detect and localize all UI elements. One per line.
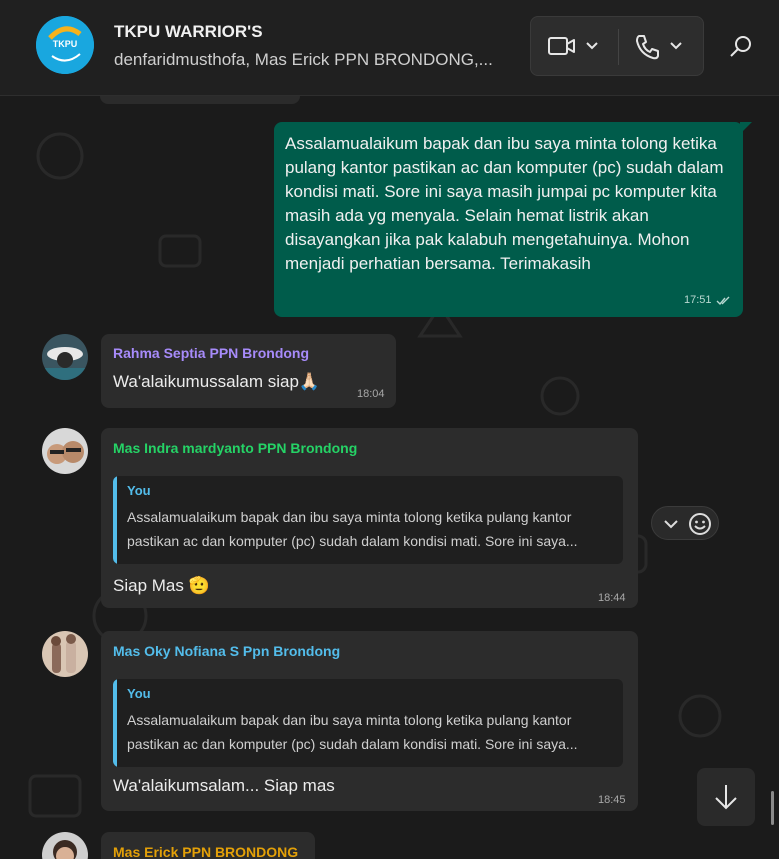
message-outgoing[interactable]: Assalamualaikum bapak dan ibu saya minta… xyxy=(274,122,752,317)
message-time: 18:44 xyxy=(598,592,626,604)
sender-name[interactable]: Rahma Septia PPN Brondong xyxy=(113,345,309,361)
previous-message-edge xyxy=(100,96,300,104)
call-buttons-box xyxy=(530,16,704,76)
group-members[interactable]: denfaridmusthofa, Mas Erick PPN BRONDONG… xyxy=(114,50,502,70)
message-incoming[interactable]: Mas Indra mardyanto PPN Brondong You Ass… xyxy=(101,428,638,608)
sender-name[interactable]: Mas Oky Nofiana S Ppn Brondong xyxy=(113,643,340,659)
sender-name[interactable]: Mas Erick PPN BRONDONG xyxy=(113,844,298,859)
group-avatar-text: TKPU xyxy=(52,39,78,49)
double-check-icon xyxy=(716,296,730,306)
message-incoming[interactable]: Mas Oky Nofiana S Ppn Brondong You Assal… xyxy=(101,631,638,811)
arrow-down-icon xyxy=(715,785,737,810)
message-time: 17:51 xyxy=(684,294,712,306)
scroll-to-bottom-button[interactable] xyxy=(697,768,755,826)
avatar[interactable] xyxy=(42,631,88,677)
chat-area[interactable]: Assalamualaikum bapak dan ibu saya minta… xyxy=(0,96,779,859)
search-icon xyxy=(730,36,751,57)
avatar[interactable] xyxy=(42,428,88,474)
avatar-photo xyxy=(42,631,88,677)
message-time: 18:45 xyxy=(598,794,626,806)
video-call-icon xyxy=(548,37,598,55)
avatar[interactable] xyxy=(42,334,88,380)
quote-author: You xyxy=(127,686,151,701)
quote-bar xyxy=(113,476,117,564)
search-button[interactable] xyxy=(726,32,756,62)
avatar-photo xyxy=(42,334,88,380)
quote-text: Assalamualaikum bapak dan ibu saya minta… xyxy=(127,712,578,752)
quoted-message[interactable]: You Assalamualaikum bapak dan ibu saya m… xyxy=(113,679,623,767)
quote-text: Assalamualaikum bapak dan ibu saya minta… xyxy=(127,509,578,549)
voice-call-icon xyxy=(636,35,682,60)
message-time: 18:04 xyxy=(357,388,385,400)
quote-author: You xyxy=(127,483,151,498)
message-incoming[interactable]: Mas Erick PPN BRONDONG xyxy=(101,832,315,859)
message-actions xyxy=(651,506,719,540)
message-incoming[interactable]: Rahma Septia PPN Brondong Wa'alaikumussa… xyxy=(101,334,396,408)
emoji-icon[interactable] xyxy=(688,512,712,536)
quoted-message[interactable]: You Assalamualaikum bapak dan ibu saya m… xyxy=(113,476,623,564)
message-text: Wa'alaikumsalam... Siap mas xyxy=(113,776,335,795)
sender-name[interactable]: Mas Indra mardyanto PPN Brondong xyxy=(113,440,357,456)
avatar-photo xyxy=(42,428,88,474)
chat-header: TKPU TKPU WARRIOR'S denfaridmusthofa, Ma… xyxy=(0,0,779,96)
chevron-down-icon[interactable] xyxy=(661,514,681,534)
scrollbar-thumb[interactable] xyxy=(771,791,774,825)
message-text: Siap Mas 🫡 xyxy=(113,576,210,595)
message-text: Assalamualaikum bapak dan ibu saya minta… xyxy=(285,134,724,273)
group-avatar[interactable]: TKPU xyxy=(36,16,94,74)
message-text: Wa'alaikumussalam siap🙏🏻 xyxy=(113,372,321,391)
quote-bar xyxy=(113,679,117,767)
video-call-button[interactable] xyxy=(545,31,607,63)
call-divider xyxy=(618,29,619,65)
bubble-tail xyxy=(740,122,752,134)
group-name[interactable]: TKPU WARRIOR'S xyxy=(114,22,263,42)
voice-call-button[interactable] xyxy=(631,31,693,63)
